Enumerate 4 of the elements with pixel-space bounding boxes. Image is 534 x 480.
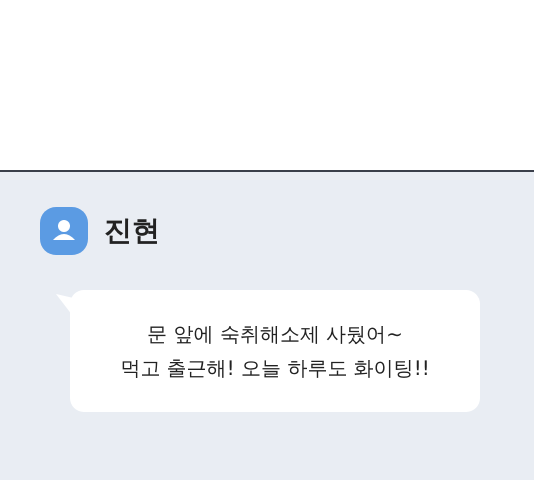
avatar-icon	[40, 207, 88, 255]
sender-name: 진현	[104, 213, 160, 249]
message-line: 문 앞에 숙취해소제 사뒀어~	[147, 321, 403, 348]
message-line: 먹고 출근해! 오늘 하루도 화이팅!!	[120, 355, 430, 382]
